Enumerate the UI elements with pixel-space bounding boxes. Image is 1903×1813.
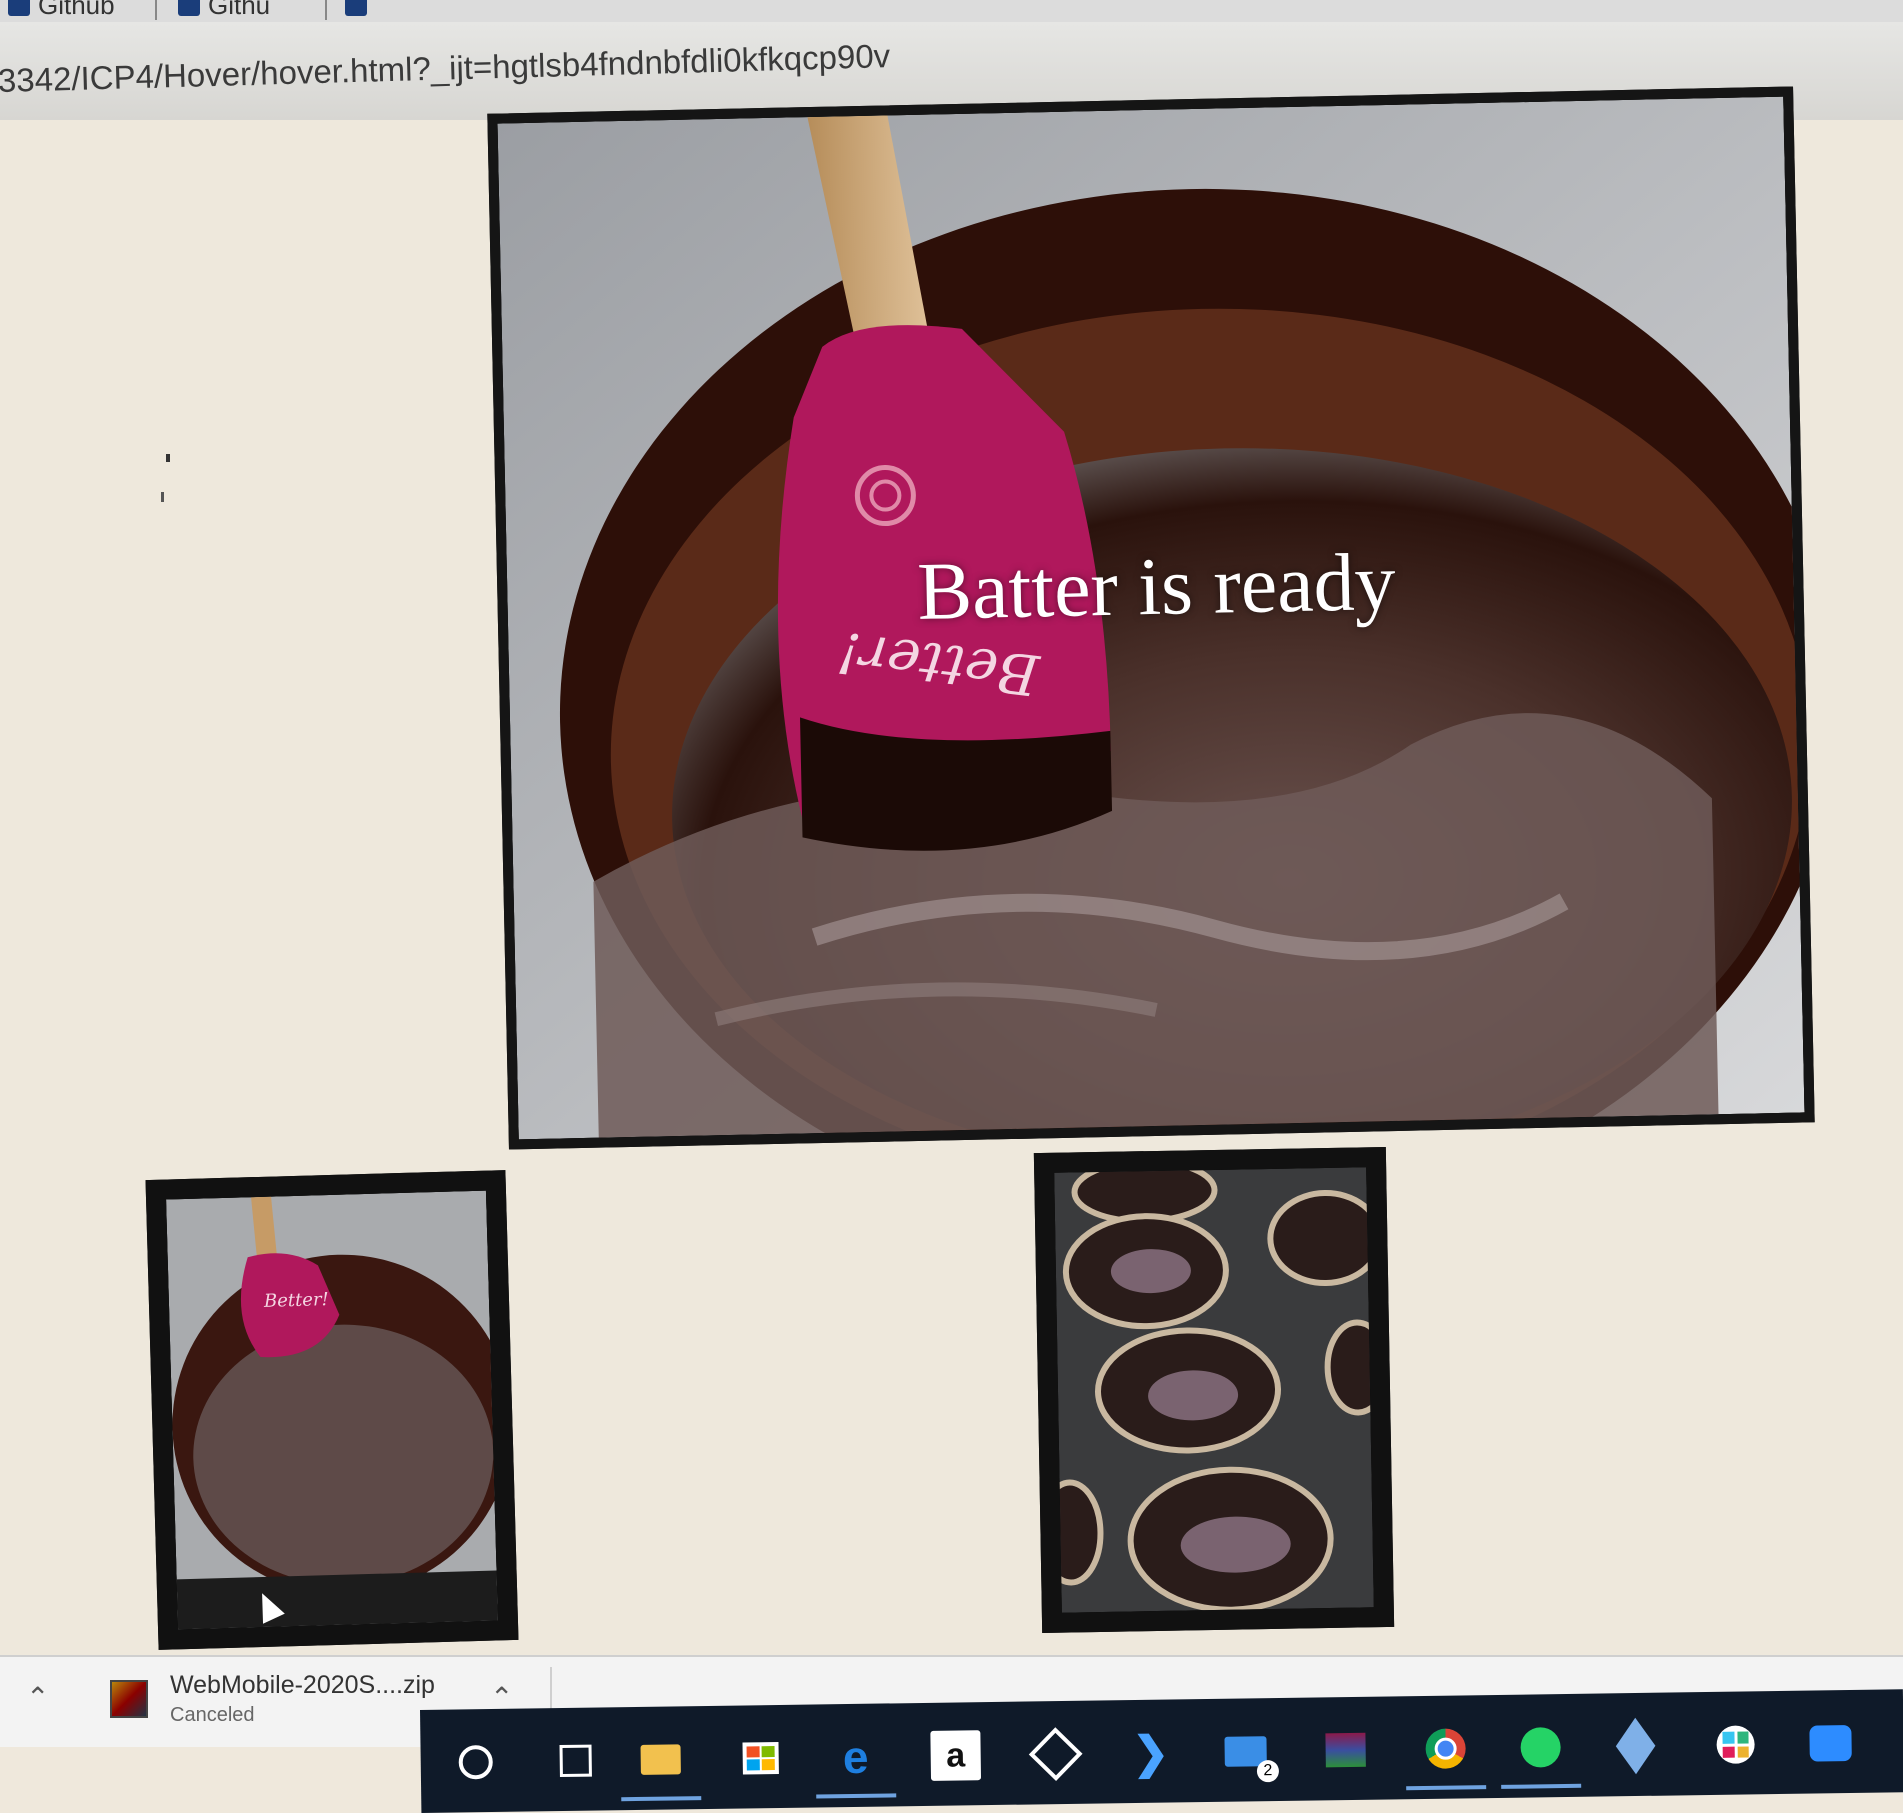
hover-caption: Batter is ready [916,535,1397,637]
batter-thumbnail-photo: Better! [166,1190,498,1630]
url-text[interactable]: 3342/ICP4/Hover/hover.html?_ijt=hgtlsb4f… [0,37,891,100]
cube-icon[interactable] [1610,1717,1661,1775]
amazon-icon[interactable]: a [930,1730,982,1781]
zoom-icon[interactable] [1805,1718,1856,1769]
github-icon [8,0,30,16]
active-app-indicator [1406,1785,1487,1791]
mail-badge: 2 [1256,1760,1280,1783]
chevron-up-icon[interactable]: ⌃ [26,1681,49,1714]
dropbox-icon[interactable] [1028,1727,1083,1781]
web-page: Better! Batter is ready Better! [0,86,1903,1655]
active-app-indicator [1501,1783,1582,1789]
task-view-icon[interactable] [550,1735,601,1786]
bookmark-divider [155,0,157,20]
file-explorer-icon[interactable] [635,1734,686,1785]
bookmark-label: Githu [208,0,271,20]
bookmark-label: Github [38,0,115,20]
cortana-circle-icon[interactable] [450,1737,501,1788]
thumb-spatula-script: Better! [263,1289,329,1312]
winrar-icon[interactable] [1320,1725,1371,1776]
mail-icon[interactable]: 2 [1220,1726,1280,1783]
download-status: Canceled [170,1704,255,1726]
thumbnail-batter[interactable]: Better! [145,1170,519,1650]
bookmark-github-2[interactable]: Githu [178,0,271,20]
cupcake-tray-photo [1054,1167,1374,1613]
thumbnail-cupcake-tray[interactable] [1033,1146,1395,1634]
chrome-icon[interactable] [1420,1723,1471,1774]
active-app-indicator [816,1793,897,1799]
bookmark-icon [345,0,367,16]
whatsapp-icon[interactable] [1515,1722,1566,1773]
windows-taskbar: e a ❯ 2 [420,1689,1903,1813]
bookmark-github-1[interactable]: Github [8,0,115,20]
active-app-indicator [621,1796,702,1802]
slack-icon[interactable] [1710,1719,1761,1770]
dust-mark [161,492,164,502]
edge-icon[interactable]: e [830,1731,881,1783]
bookmark-divider [325,0,327,20]
zip-file-icon [110,1680,148,1718]
visual-studio-icon[interactable]: ❯ [1125,1727,1176,1778]
hover-image-main[interactable]: Better! Batter is ready [487,86,1815,1150]
bookmark-item[interactable] [345,0,367,18]
bookmarks-bar: Github Githu [0,0,1903,23]
download-item[interactable]: WebMobile-2020S....zip Canceled [110,1671,435,1727]
download-filename: WebMobile-2020S....zip [170,1671,435,1699]
dust-mark [166,454,170,462]
github-icon [178,0,200,16]
store-icon[interactable] [735,1733,786,1784]
